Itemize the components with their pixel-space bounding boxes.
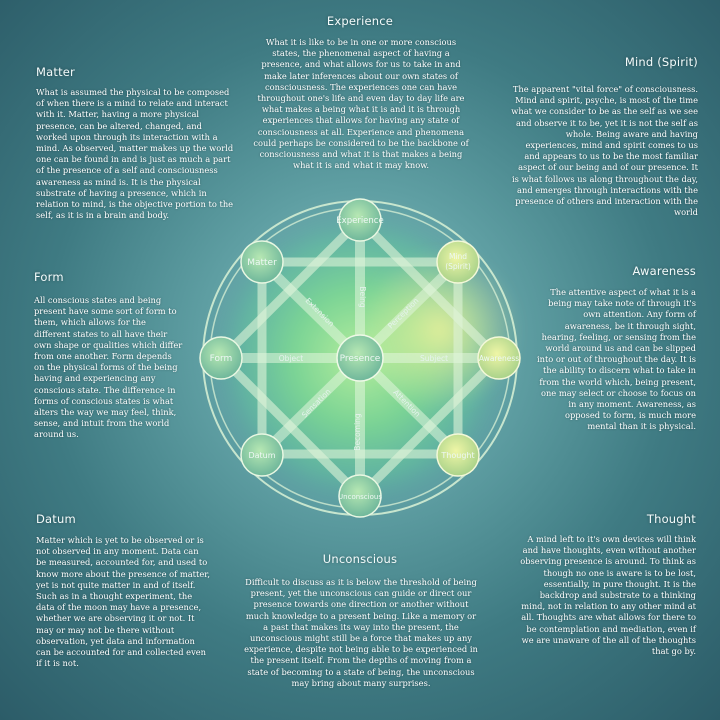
svg-text:(Spirit): (Spirit)	[445, 262, 471, 271]
thought-title: Thought	[646, 512, 696, 526]
awareness-title: Awareness	[632, 264, 696, 278]
form-title: Form	[34, 270, 64, 284]
mind-title: Mind (Spirit)	[624, 55, 698, 69]
awareness-text: The attentive aspect of what it is a bei…	[536, 287, 696, 432]
svg-text:Thought: Thought	[440, 451, 474, 460]
datum-title: Datum	[36, 512, 76, 526]
experience-text: What it is like to be in one or more con…	[253, 37, 469, 171]
experience-title: Experience	[326, 14, 394, 28]
node-mind-spirit: Mind (Spirit)	[436, 240, 480, 284]
unconscious-title: Unconscious	[322, 552, 398, 566]
svg-text:Unconscious: Unconscious	[338, 493, 382, 501]
node-presence: Presence	[336, 334, 384, 382]
svg-text:Mind: Mind	[449, 252, 467, 261]
node-unconscious: Unconscious	[338, 474, 382, 518]
matter-text: What is assumed the physical to be compo…	[36, 87, 234, 221]
node-thought: Thought	[436, 433, 480, 477]
svg-text:Datum: Datum	[248, 451, 275, 460]
node-awareness: Awareness	[477, 336, 521, 380]
unconscious-text: Difficult to discuss as it is below the …	[244, 577, 478, 688]
form-text: All conscious states and being present h…	[34, 295, 183, 440]
svg-text:Presence: Presence	[340, 354, 381, 364]
mind-text: The apparent "vital force" of consciousn…	[511, 84, 698, 218]
svg-text:Form: Form	[210, 354, 233, 364]
svg-text:Awareness: Awareness	[479, 354, 519, 363]
matter-title: Matter	[36, 65, 75, 79]
svg-text:Matter: Matter	[247, 258, 277, 268]
spoke-object: Object	[279, 354, 303, 363]
svg-text:Experience: Experience	[336, 216, 383, 226]
spoke-subject: Subject	[420, 354, 448, 363]
node-form: Form	[199, 336, 243, 380]
spoke-being: Being	[358, 286, 367, 308]
spoke-becoming: Becoming	[353, 413, 362, 451]
node-datum: Datum	[240, 433, 284, 477]
node-matter: Matter	[240, 240, 284, 284]
